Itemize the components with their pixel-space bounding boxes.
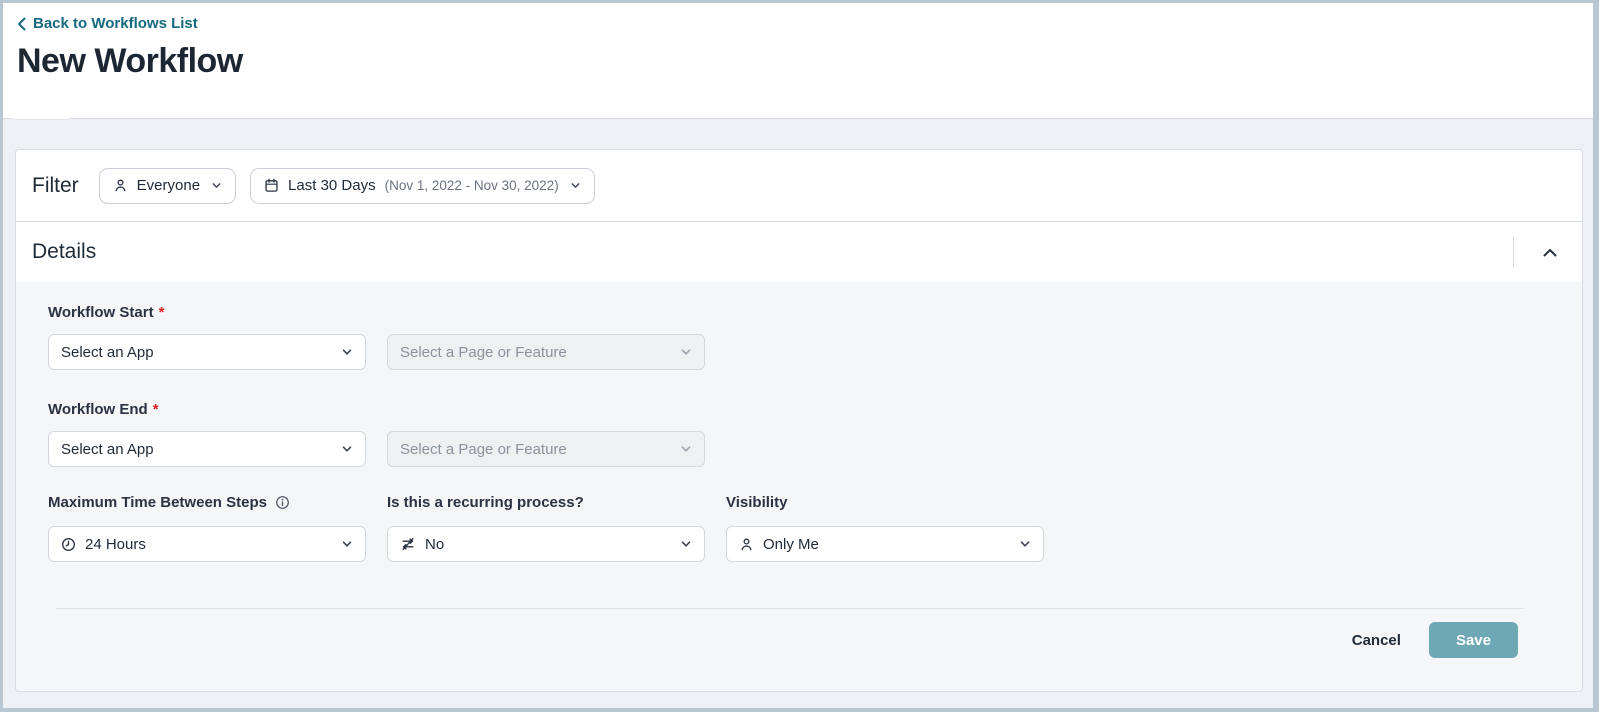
filter-label: Filter [32,173,79,197]
repeat-off-icon [400,536,416,552]
chevron-left-icon [17,17,26,31]
workflow-end-page-select[interactable]: Select a Page or Feature [387,431,705,467]
audience-filter-value: Everyone [136,177,201,194]
workflow-end-app-value: Select an App [61,440,154,458]
clock-icon [61,537,76,552]
details-header-divider [1513,237,1514,267]
page-header: Back to Workflows List New Workflow [3,3,1593,119]
chevron-down-icon [570,180,581,191]
back-link-label: Back to Workflows List [33,15,198,32]
person-icon [113,178,128,193]
max-time-field: Maximum Time Between Steps 24 Hours [48,494,366,562]
workflow-end-page-value: Select a Page or Feature [400,440,567,458]
date-range-value: Last 30 Days [288,177,376,194]
details-section-body: Workflow Start * Select an App Select a … [16,282,1582,691]
workflow-start-page-select[interactable]: Select a Page or Feature [387,334,705,370]
recurring-value: No [425,535,445,553]
chevron-up-icon [1542,247,1558,258]
workflow-start-label: Workflow Start * [48,304,165,321]
workflow-end-app-select[interactable]: Select an App [48,431,366,467]
chevron-down-icon [211,180,222,191]
workflow-start-row: Select an App Select a Page or Feature [48,334,1550,370]
audience-filter-dropdown[interactable]: Everyone [98,167,237,204]
workflow-start-app-select[interactable]: Select an App [48,334,366,370]
date-range-detail: (Nov 1, 2022 - Nov 30, 2022) [384,178,559,193]
header-tab-notch [13,116,71,119]
person-icon [739,537,754,552]
recurring-label: Is this a recurring process? [387,494,584,511]
info-circle-icon[interactable] [275,495,290,510]
chevron-down-icon [680,443,692,455]
back-to-workflows-link[interactable]: Back to Workflows List [17,15,198,32]
visibility-field: Visibility Only Me [726,494,1044,562]
details-section-header: Details [16,221,1582,282]
chevron-down-icon [341,443,353,455]
workflow-start-page-value: Select a Page or Feature [400,343,567,361]
page-title: New Workflow [17,41,243,80]
chevron-down-icon [680,346,692,358]
calendar-icon [264,178,279,193]
visibility-label: Visibility [726,494,788,511]
save-button[interactable]: Save [1428,622,1518,658]
chevron-down-icon [1019,538,1031,550]
workflow-end-row: Select an App Select a Page or Feature [48,431,1550,467]
required-asterisk: * [152,401,159,418]
visibility-value: Only Me [763,535,819,553]
chevron-down-icon [341,538,353,550]
chevron-down-icon [341,346,353,358]
max-time-select[interactable]: 24 Hours [48,526,366,562]
options-row: Maximum Time Between Steps 24 Hours Is t… [48,494,1550,562]
workflow-start-app-value: Select an App [61,343,154,361]
date-range-filter-dropdown[interactable]: Last 30 Days (Nov 1, 2022 - Nov 30, 2022… [250,167,595,204]
app-window: Back to Workflows List New Workflow Filt… [0,0,1599,712]
max-time-label: Maximum Time Between Steps [48,494,366,511]
visibility-select[interactable]: Only Me [726,526,1044,562]
details-title: Details [32,240,97,263]
cancel-button[interactable]: Cancel [1350,624,1403,657]
form-footer: Cancel Save [48,609,1550,658]
max-time-value: 24 Hours [85,535,146,553]
details-collapse-button[interactable] [1536,238,1564,266]
recurring-field: Is this a recurring process? No [387,494,705,562]
workflow-end-label: Workflow End * [48,401,159,418]
chevron-down-icon [680,538,692,550]
page-body: Filter Everyone Last 30 Days (Nov 1, 202… [3,119,1593,692]
required-asterisk: * [158,304,165,321]
recurring-select[interactable]: No [387,526,705,562]
filter-bar: Filter Everyone Last 30 Days (Nov 1, 202… [16,150,1582,221]
workflow-card: Filter Everyone Last 30 Days (Nov 1, 202… [15,149,1583,692]
